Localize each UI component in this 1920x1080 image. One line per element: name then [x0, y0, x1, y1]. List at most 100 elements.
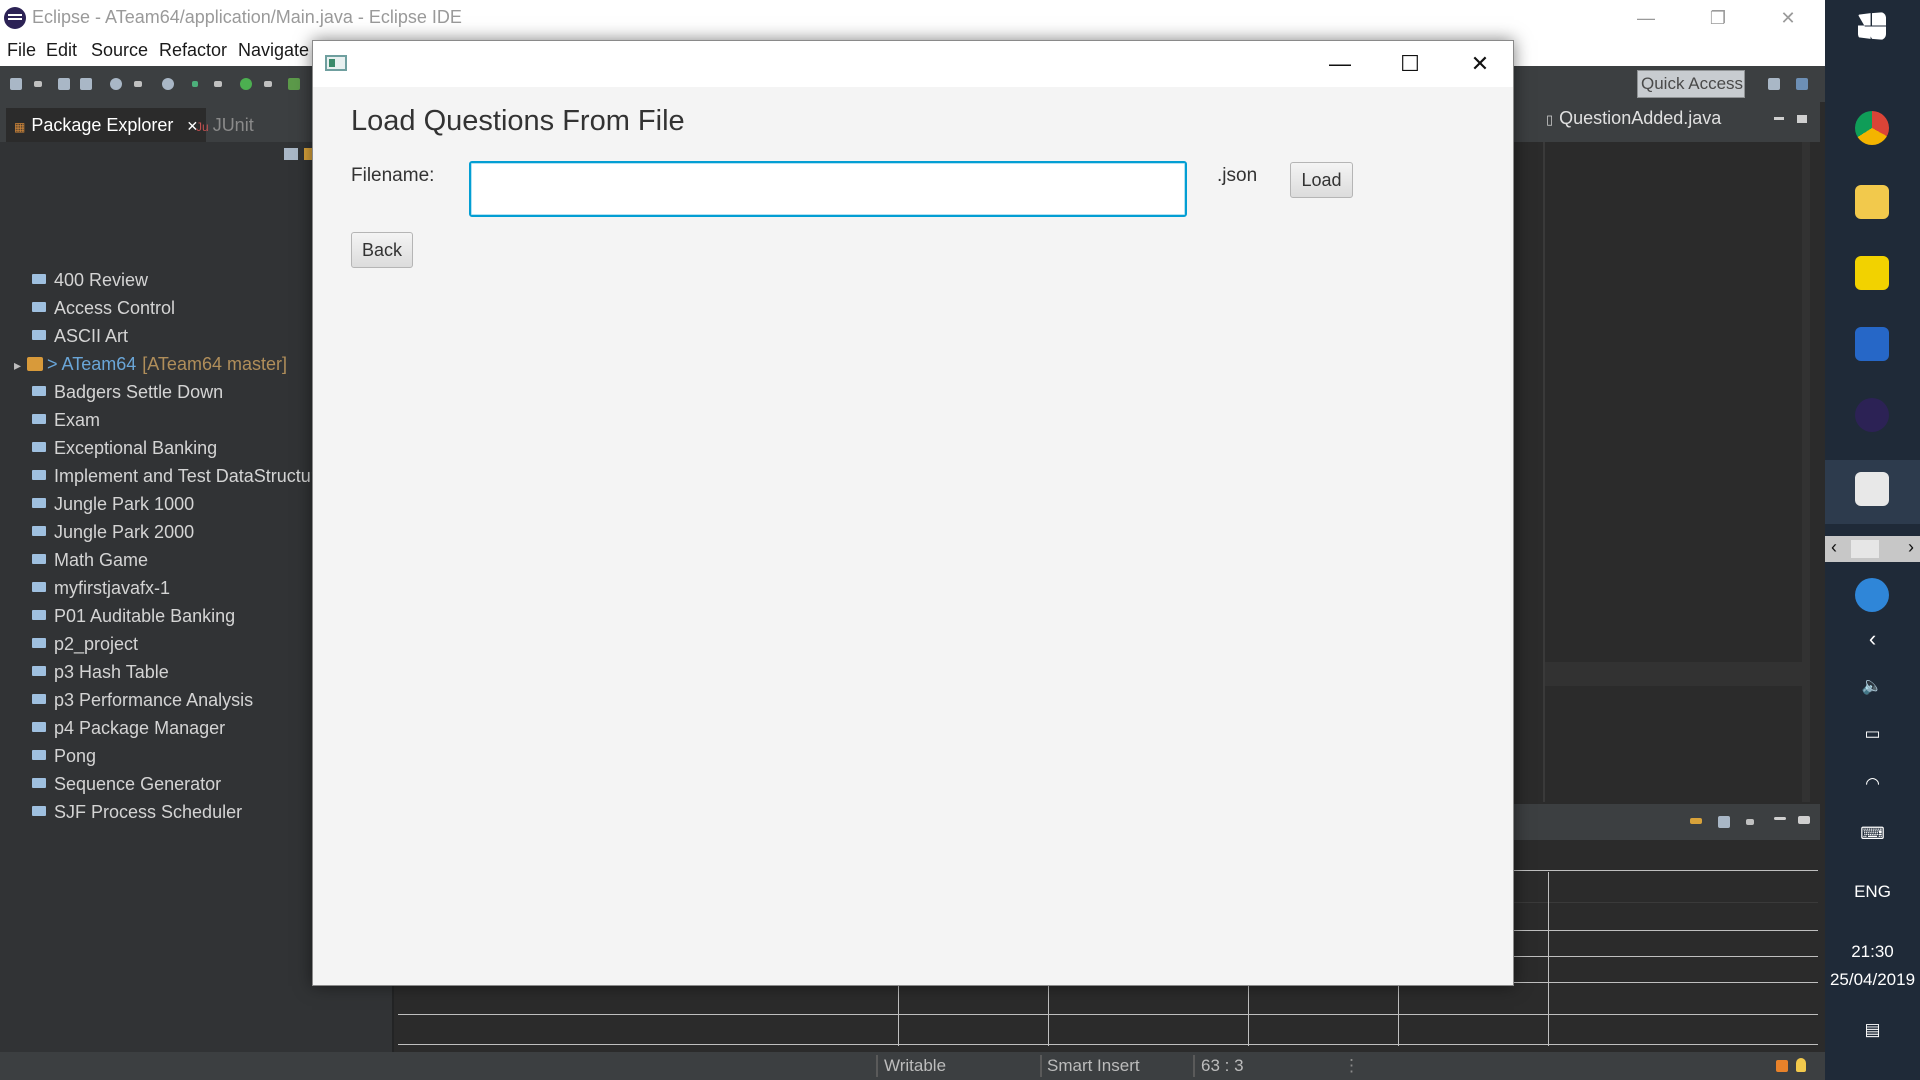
chevron-down-icon[interactable]	[134, 81, 142, 87]
java-app-icon[interactable]	[1855, 472, 1889, 506]
load-button[interactable]: Load	[1290, 162, 1353, 198]
tab-package-explorer[interactable]: ▦ Package Explorer ✕	[6, 108, 207, 142]
clock-date[interactable]: 25/04/2019	[1825, 970, 1920, 990]
window-title: Eclipse - ATeam64/application/Main.java …	[32, 7, 462, 27]
status-drag-handle-icon[interactable]: ⋮	[1343, 1056, 1360, 1076]
tree-item[interactable]: Jungle Park 2000	[32, 522, 194, 548]
folder-icon	[32, 806, 46, 816]
tab-junit-label: JUnit	[212, 115, 254, 135]
menu-edit[interactable]: Edit	[46, 40, 77, 61]
keyboard-icon[interactable]: ⌨	[1825, 824, 1920, 844]
chevron-down-icon[interactable]	[214, 81, 222, 87]
tree-item[interactable]: Implement and Test DataStructur	[32, 466, 317, 492]
dialog-close-icon[interactable]: ✕	[1445, 41, 1515, 87]
tree-item[interactable]: p3 Performance Analysis	[32, 690, 253, 716]
tree-item[interactable]: Exceptional Banking	[32, 438, 217, 464]
menu-file[interactable]: File	[7, 40, 36, 61]
grid-column-line	[1048, 984, 1049, 1046]
tree-item-label: Sequence Generator	[54, 774, 222, 794]
tree-item[interactable]: Sequence Generator	[32, 774, 221, 800]
close-icon[interactable]: ✕	[1760, 4, 1816, 32]
scroller-thumb[interactable]	[1851, 540, 1879, 558]
minimize-icon[interactable]: —	[1618, 4, 1674, 32]
tree-item[interactable]: p3 Hash Table	[32, 662, 169, 688]
taskbar-scroller[interactable]: ‹ ›	[1825, 536, 1920, 562]
minimize-view-icon[interactable]	[1774, 117, 1784, 120]
chevron-down-icon[interactable]	[34, 81, 42, 87]
display-selected-icon[interactable]	[1718, 816, 1730, 828]
chevron-down-icon[interactable]	[1746, 819, 1754, 825]
coverage-icon[interactable]	[192, 81, 198, 87]
save-all-icon[interactable]	[80, 78, 92, 90]
language-indicator[interactable]: ENG	[1825, 882, 1920, 902]
rss-icon[interactable]	[1776, 1060, 1788, 1072]
windows-start-icon[interactable]	[1858, 12, 1886, 40]
editor-tab-questionadded[interactable]: ▯ QuestionAdded.java	[1546, 108, 1721, 129]
eclipse-titlebar: Eclipse - ATeam64/application/Main.java …	[0, 0, 1825, 36]
help-icon[interactable]	[1855, 578, 1889, 612]
pin-icon[interactable]	[1690, 818, 1702, 824]
maximize-view-icon[interactable]	[1797, 115, 1807, 123]
tree-item[interactable]: ASCII Art	[32, 326, 128, 352]
chevron-down-icon[interactable]	[264, 81, 272, 87]
grid-column-line	[898, 984, 899, 1046]
extension-label: .json	[1217, 165, 1258, 186]
open-perspective-icon[interactable]	[1768, 78, 1780, 90]
external-tools-icon[interactable]	[288, 78, 300, 90]
menu-navigate[interactable]: Navigate	[238, 40, 309, 61]
collapse-all-icon[interactable]	[284, 148, 298, 160]
minimize-view-icon[interactable]	[1774, 817, 1786, 820]
tree-item[interactable]: myfirstjavafx-1	[32, 578, 170, 604]
filename-input[interactable]	[469, 161, 1187, 217]
tree-item[interactable]: SJF Process Scheduler	[32, 802, 242, 828]
battery-icon[interactable]: ▭	[1825, 724, 1920, 744]
volume-icon[interactable]: 🔈	[1825, 676, 1920, 696]
tree-item[interactable]: Access Control	[32, 298, 175, 324]
editor-scrollbar[interactable]	[1802, 142, 1810, 802]
chevron-right-icon[interactable]: ›	[1908, 537, 1914, 558]
powershell-icon[interactable]	[1855, 327, 1889, 361]
tree-item[interactable]: Pong	[32, 746, 96, 772]
tree-item-label: > ATeam64	[47, 354, 137, 374]
tree-item[interactable]: P01 Auditable Banking	[32, 606, 235, 632]
tree-item[interactable]: Badgers Settle Down	[32, 382, 223, 408]
tree-item-label: p3 Hash Table	[54, 662, 169, 682]
action-center-icon[interactable]: ▤	[1825, 1020, 1920, 1040]
menu-refactor[interactable]: Refactor	[159, 40, 227, 61]
tree-item[interactable]: p2_project	[32, 634, 138, 660]
dialog-minimize-icon[interactable]: —	[1305, 41, 1375, 87]
sticky-notes-icon[interactable]	[1855, 256, 1889, 290]
folder-icon	[32, 330, 46, 340]
tree-item[interactable]: 400 Review	[32, 270, 148, 296]
back-button[interactable]: Back	[351, 232, 413, 268]
save-icon[interactable]	[58, 78, 70, 90]
wifi-icon[interactable]: ◠	[1825, 774, 1920, 794]
tree-item[interactable]: ▸ > ATeam64 [ATeam64 master]	[14, 354, 287, 380]
tree-item[interactable]: Exam	[32, 410, 100, 436]
tree-item[interactable]: Jungle Park 1000	[32, 494, 194, 520]
tree-item[interactable]: p4 Package Manager	[32, 718, 225, 744]
expand-arrow-icon[interactable]: ▸	[14, 357, 21, 373]
file-explorer-icon[interactable]	[1855, 185, 1889, 219]
dialog-maximize-icon[interactable]: ☐	[1375, 41, 1445, 87]
chrome-icon[interactable]	[1855, 111, 1889, 145]
run-icon[interactable]	[240, 78, 252, 90]
show-hidden-icons-icon[interactable]: ‹	[1825, 626, 1920, 652]
tree-item-label: Math Game	[54, 550, 149, 570]
editor-body[interactable]	[1510, 142, 1820, 802]
skip-breakpoints-icon[interactable]	[162, 78, 174, 90]
tip-bulb-icon[interactable]	[1796, 1058, 1806, 1072]
maximize-view-icon[interactable]	[1798, 816, 1810, 824]
eclipse-taskbar-icon[interactable]	[1855, 398, 1889, 432]
chevron-left-icon[interactable]: ‹	[1831, 537, 1837, 558]
tab-junit[interactable]: Ju JUnit	[196, 108, 254, 142]
quick-access-field[interactable]: Quick Access	[1637, 70, 1745, 98]
debug-icon[interactable]	[110, 78, 122, 90]
load-questions-dialog: — ☐ ✕ Load Questions From File Filename:…	[312, 40, 1514, 986]
new-icon[interactable]	[10, 78, 22, 90]
menu-source[interactable]: Source	[91, 40, 148, 61]
java-perspective-icon[interactable]	[1796, 78, 1808, 90]
restore-icon[interactable]: ❐	[1690, 4, 1746, 32]
tree-item[interactable]: Math Game	[32, 550, 148, 576]
clock-time[interactable]: 21:30	[1825, 942, 1920, 962]
